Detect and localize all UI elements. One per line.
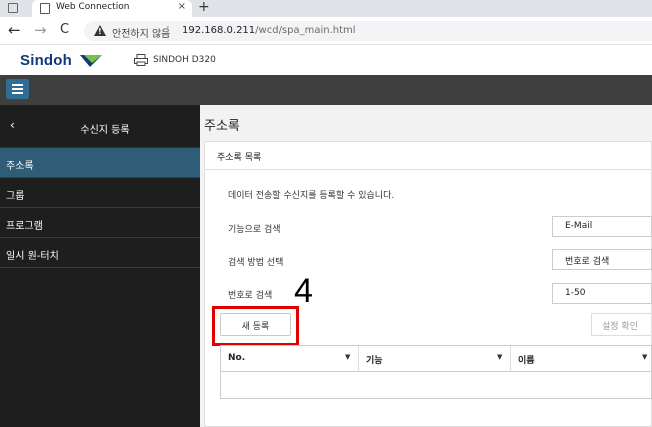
tab-close-icon[interactable]: × [178, 1, 186, 12]
sort-caret-icon[interactable]: ▼ [345, 353, 350, 361]
page-title: 주소록 [204, 119, 240, 134]
sidebar-item-program[interactable]: 프로그램 [0, 208, 200, 238]
column-label: 이름 [518, 356, 535, 366]
url-host: 192.168.0.211 [182, 25, 256, 36]
security-status[interactable]: 안전하지 않음 [112, 25, 170, 40]
sidebar-title: 수신지 등록 [80, 125, 130, 136]
sort-caret-icon[interactable]: ▼ [642, 353, 647, 361]
sidebar: ‹ 수신지 등록 주소록 그룹 프로그램 일시 원-터치 [0, 105, 200, 427]
back-arrow-icon[interactable]: ← [8, 21, 21, 39]
sidebar-item-address-book[interactable]: 주소록 [0, 148, 200, 178]
warning-icon[interactable] [94, 25, 106, 36]
sidebar-item-label: 일시 원-터치 [6, 251, 59, 262]
browser-address-bar: ← → C 안전하지 않음 | 192.168.0.211/wcd/spa_ma… [0, 17, 652, 44]
search-method-select[interactable]: 번호로 검색 [552, 249, 652, 270]
panel-header: 주소록 목록 [205, 142, 652, 170]
new-tab-icon[interactable]: + [198, 0, 210, 15]
top-toolbar [0, 75, 652, 105]
page-icon [40, 3, 50, 14]
browser-tab[interactable]: Web Connection × [32, 0, 192, 17]
number-range-value: 1-50 [565, 288, 586, 298]
device-name: SINDOH D320 [153, 55, 216, 65]
url-text[interactable]: 192.168.0.211/wcd/spa_main.html [182, 25, 356, 36]
omnibox-separator: | [166, 24, 170, 37]
logo-mark-icon [80, 55, 102, 67]
search-by-function-label: 기능으로 검색 [228, 225, 281, 235]
confirm-settings-button[interactable]: 설정 확인 [591, 313, 652, 336]
search-method-value: 번호로 검색 [565, 257, 610, 267]
hamburger-line [12, 92, 23, 94]
new-register-label: 새 등록 [241, 322, 270, 332]
function-select-value: E-Mail [565, 221, 593, 231]
address-table: No. ▼ 기능 ▼ 이름 ▼ [220, 345, 652, 399]
search-method-label: 검색 방법 선택 [228, 258, 284, 268]
column-label: 기능 [366, 356, 383, 366]
url-bar[interactable]: 안전하지 않음 | 192.168.0.211/wcd/spa_main.htm… [84, 21, 652, 41]
search-by-number-label: 번호로 검색 [228, 291, 273, 301]
app-header: Sindoh SINDOH D320 [0, 44, 652, 75]
sort-caret-icon[interactable]: ▼ [497, 353, 502, 361]
hamburger-line [12, 88, 23, 90]
description-text: 데이터 전송할 수신지를 등록할 수 있습니다. [228, 191, 395, 201]
hamburger-menu-button[interactable] [6, 79, 29, 99]
url-path: /wcd/spa_main.html [255, 25, 356, 36]
brand-logo: Sindoh [20, 52, 73, 69]
sidebar-item-temporary-one-touch[interactable]: 일시 원-터치 [0, 238, 200, 268]
sidebar-item-label: 그룹 [6, 191, 25, 202]
printer-icon [134, 54, 148, 66]
sidebar-item-label: 주소록 [6, 161, 34, 172]
new-register-button[interactable]: 새 등록 [220, 313, 291, 336]
hamburger-line [12, 84, 23, 86]
column-label: No. [228, 353, 246, 363]
function-select[interactable]: E-Mail [552, 216, 652, 237]
column-header-function[interactable]: 기능 ▼ [359, 346, 511, 372]
browser-tab-bar: Web Connection × + [0, 0, 652, 17]
number-range-select[interactable]: 1-50 [552, 283, 652, 304]
tab-title: Web Connection [56, 2, 130, 12]
sidebar-item-group[interactable]: 그룹 [0, 178, 200, 208]
reload-icon[interactable]: C [60, 22, 69, 37]
sidebar-item-label: 프로그램 [6, 221, 43, 232]
panel-title: 주소록 목록 [217, 153, 262, 163]
sidebar-header: ‹ 수신지 등록 [0, 105, 200, 148]
window-menu-icon[interactable] [8, 3, 18, 13]
forward-arrow-icon[interactable]: → [34, 21, 47, 39]
column-header-name[interactable]: 이름 ▼ [511, 346, 652, 372]
column-header-no[interactable]: No. ▼ [221, 346, 359, 372]
confirm-settings-label: 설정 확인 [602, 322, 638, 332]
